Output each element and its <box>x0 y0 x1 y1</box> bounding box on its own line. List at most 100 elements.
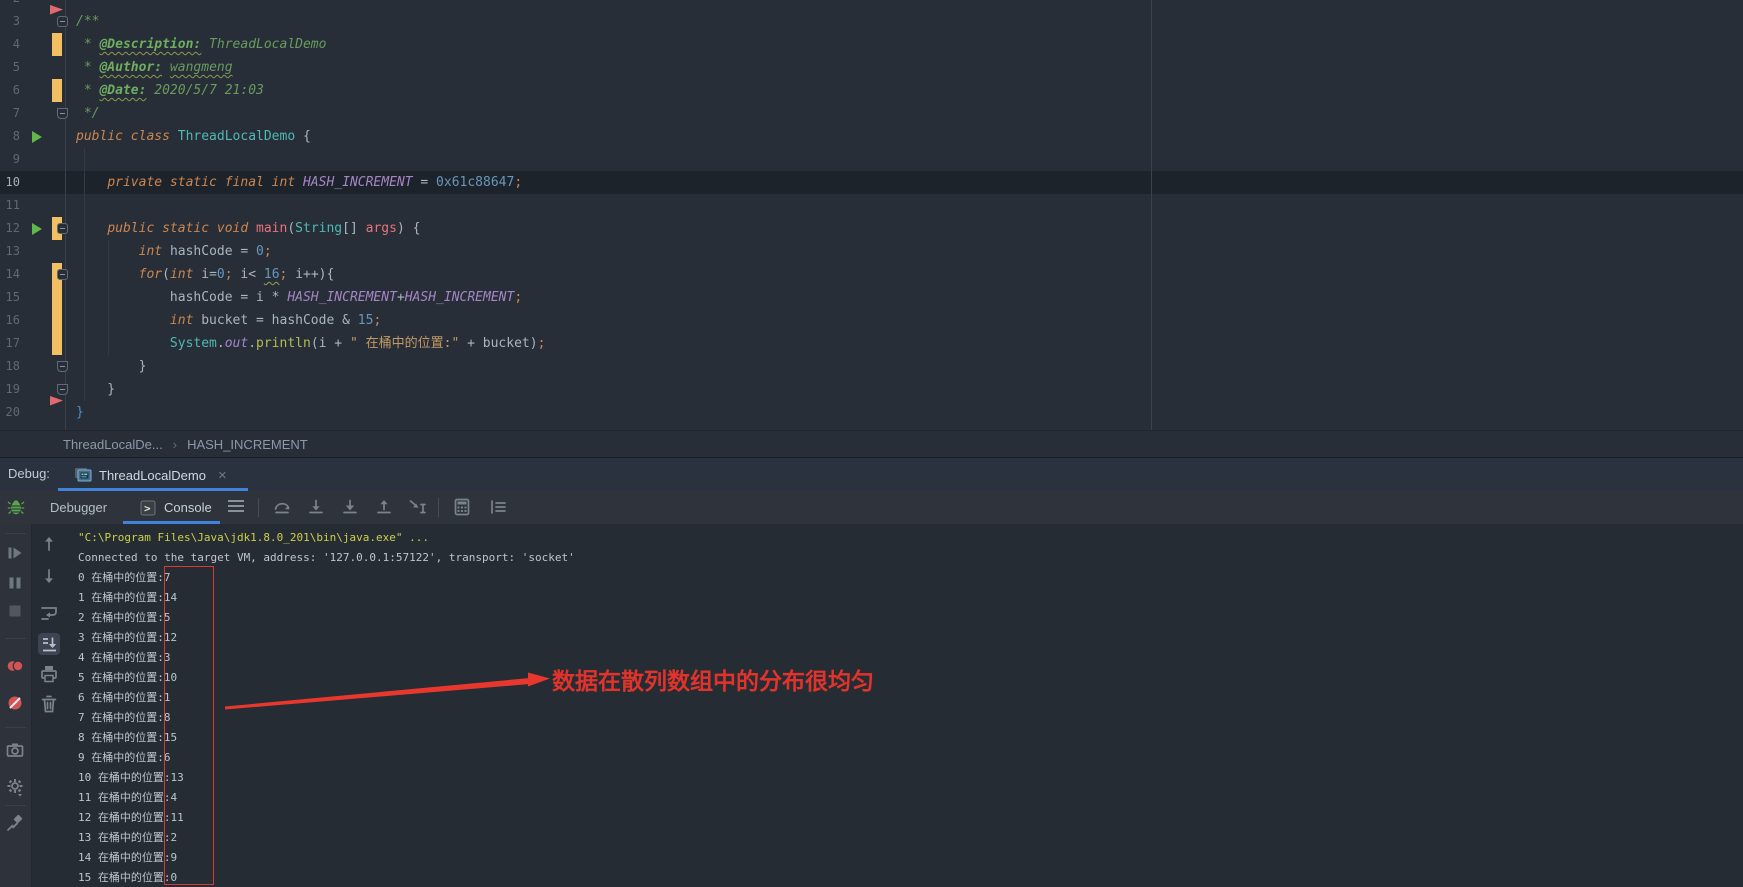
line-number: 14 <box>0 263 20 286</box>
toolbar-separator <box>438 498 439 517</box>
breadcrumb: ThreadLocalDe... › HASH_INCREMENT <box>0 430 1743 458</box>
line-number: 11 <box>0 194 20 217</box>
print-icon[interactable] <box>38 663 60 685</box>
code-line[interactable]: 20} <box>0 401 1743 424</box>
fold-icon[interactable] <box>57 108 68 119</box>
vcs-change-marker <box>52 309 62 332</box>
line-number: 8 <box>0 125 20 148</box>
code-line[interactable]: 9 <box>0 148 1743 171</box>
force-step-into-icon[interactable] <box>340 497 360 517</box>
console-line: "C:\Program Files\Java\jdk1.8.0_201\bin\… <box>78 528 575 548</box>
line-number: 13 <box>0 240 20 263</box>
debug-toolwindow-header: Debug: ThreadLocalDemo × <box>0 457 1743 492</box>
console-line: 9 在桶中的位置:6 <box>78 748 575 768</box>
console-line: 14 在桶中的位置:9 <box>78 848 575 868</box>
code-line[interactable]: 7 */ <box>0 102 1743 125</box>
indent-guide <box>84 148 85 401</box>
pin-icon[interactable] <box>5 813 25 833</box>
tab-debugger[interactable]: Debugger <box>50 491 107 524</box>
toolbar-separator <box>5 638 26 639</box>
annotation-rectangle <box>164 566 214 885</box>
tab-console[interactable]: > Console <box>140 491 212 524</box>
resume-icon[interactable] <box>5 543 25 563</box>
settings-icon[interactable] <box>5 777 25 797</box>
console-output[interactable]: "C:\Program Files\Java\jdk1.8.0_201\bin\… <box>78 528 575 887</box>
console-line: 10 在桶中的位置:13 <box>78 768 575 788</box>
console-line: 0 在桶中的位置:7 <box>78 568 575 588</box>
code-line[interactable]: 5 * @Author: wangmeng <box>0 56 1743 79</box>
console-line: 1 在桶中的位置:14 <box>78 588 575 608</box>
code-line[interactable]: 14 for(int i=0; i< 16; i++){ <box>0 263 1743 286</box>
session-tab-title: ThreadLocalDemo <box>99 468 206 483</box>
step-out-icon[interactable] <box>374 497 394 517</box>
code-line[interactable]: 3/** <box>0 10 1743 33</box>
step-over-icon[interactable] <box>272 497 292 517</box>
annotation-text: 数据在散列数组中的分布很均匀 <box>552 662 874 696</box>
scroll-down-icon[interactable] <box>38 565 60 587</box>
soft-wrap-icon[interactable] <box>38 602 60 624</box>
console-line: 3 在桶中的位置:12 <box>78 628 575 648</box>
code-line[interactable]: 16 int bucket = hashCode & 15; <box>0 309 1743 332</box>
fold-icon[interactable] <box>57 16 68 27</box>
close-icon[interactable]: × <box>218 468 227 483</box>
line-number: 16 <box>0 309 20 332</box>
line-number: 5 <box>0 56 20 79</box>
code-line[interactable]: 19 } <box>0 378 1743 401</box>
line-number: 15 <box>0 286 20 309</box>
line-number: 18 <box>0 355 20 378</box>
code-line[interactable]: 17 System.out.println(i + " 在桶中的位置:" + b… <box>0 332 1743 355</box>
debug-session-tab[interactable]: ThreadLocalDemo × <box>58 458 237 492</box>
fold-icon[interactable] <box>57 269 68 280</box>
line-number: 4 <box>0 33 20 56</box>
console-line: 11 在桶中的位置:4 <box>78 788 575 808</box>
run-gutter-icon[interactable] <box>32 131 42 143</box>
step-into-icon[interactable] <box>306 497 326 517</box>
debug-toolbar: Debugger > Console <box>0 491 1743 524</box>
toolbar-separator <box>258 498 259 517</box>
console-line: 6 在桶中的位置:1 <box>78 688 575 708</box>
line-number: 3 <box>0 10 20 33</box>
line-number: 6 <box>0 79 20 102</box>
fold-icon[interactable] <box>57 361 68 372</box>
code-editor[interactable]: 23/**4 * @Description: ThreadLocalDemo5 … <box>0 0 1743 430</box>
run-gutter-icon[interactable] <box>32 223 42 235</box>
code-line[interactable]: 18 } <box>0 355 1743 378</box>
breadcrumb-file[interactable]: ThreadLocalDe... <box>63 437 163 452</box>
fold-icon[interactable] <box>57 223 68 234</box>
line-number: 7 <box>0 102 20 125</box>
view-breakpoints-icon[interactable] <box>5 656 25 676</box>
code-line[interactable]: 10 private static final int HASH_INCREME… <box>0 171 1743 194</box>
scroll-up-icon[interactable] <box>38 533 60 555</box>
mute-breakpoints-icon[interactable] <box>5 693 25 713</box>
code-line[interactable]: 4 * @Description: ThreadLocalDemo <box>0 33 1743 56</box>
menu-icon[interactable] <box>228 500 244 514</box>
code-line[interactable]: 8public class ThreadLocalDemo { <box>0 125 1743 148</box>
chevron-right-icon: › <box>173 437 177 452</box>
scroll-to-end-icon[interactable] <box>38 633 60 655</box>
code-line[interactable]: 13 int hashCode = 0; <box>0 240 1743 263</box>
code-line[interactable]: 12 public static void main(String[] args… <box>0 217 1743 240</box>
stop-icon[interactable] <box>5 601 25 621</box>
run-to-cursor-icon[interactable] <box>408 497 428 517</box>
code-line[interactable]: 2 <box>0 0 1743 10</box>
line-number: 17 <box>0 332 20 355</box>
debug-bug-icon <box>7 498 25 516</box>
toolbar-separator <box>5 727 26 728</box>
pause-icon[interactable] <box>5 573 25 593</box>
console-line: Connected to the target VM, address: '12… <box>78 548 575 568</box>
console-line: 4 在桶中的位置:3 <box>78 648 575 668</box>
line-number: 2 <box>0 0 20 10</box>
code-line[interactable]: 6 * @Date: 2020/5/7 21:03 <box>0 79 1743 102</box>
right-margin-guide <box>1151 0 1152 430</box>
clear-console-icon[interactable] <box>38 693 60 715</box>
code-line[interactable]: 15 hashCode = i * HASH_INCREMENT+HASH_IN… <box>0 286 1743 309</box>
breadcrumb-member[interactable]: HASH_INCREMENT <box>187 437 308 452</box>
screenshot-icon[interactable] <box>5 740 25 760</box>
indent-guide <box>108 240 109 355</box>
tab-debugger-label: Debugger <box>50 500 107 515</box>
evaluate-expression-icon[interactable] <box>452 497 472 517</box>
fold-icon[interactable] <box>57 384 68 395</box>
layout-settings-icon[interactable] <box>488 497 508 517</box>
code-line[interactable]: 11 <box>0 194 1743 217</box>
line-number: 12 <box>0 217 20 240</box>
